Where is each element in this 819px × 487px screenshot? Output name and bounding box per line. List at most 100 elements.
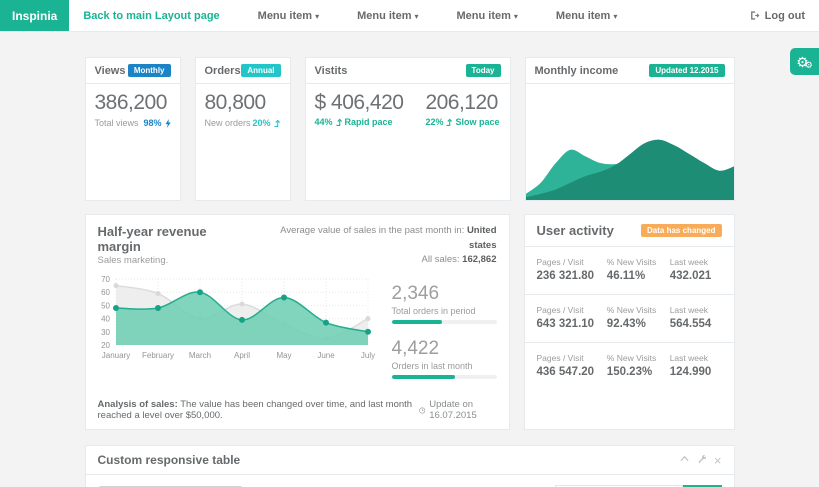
- top-navbar: Inspinia Back to main Layout page Menu i…: [0, 0, 819, 32]
- menu-item-1[interactable]: Menu item▾: [258, 10, 319, 22]
- svg-text:March: March: [188, 351, 210, 360]
- navbar-right: Log out: [749, 0, 819, 31]
- stat-cards-row: Views Monthly 386,200 Total views 98% Or…: [85, 57, 735, 201]
- income-area-chart: [526, 84, 734, 200]
- svg-text:30: 30: [101, 328, 110, 337]
- income-card-title: Monthly income: [535, 65, 619, 77]
- back-to-layout-link[interactable]: Back to main Layout page: [83, 10, 219, 22]
- revenue-meta: Average value of sales in the past month…: [252, 224, 496, 267]
- income-card: Monthly income Updated 12.2015: [525, 57, 735, 201]
- user-activity-title: User activity: [537, 223, 614, 238]
- menu-item-2[interactable]: Menu item▾: [357, 10, 418, 22]
- user-activity-row: Pages / Visit 643 321.10% New Visits 92.43…: [525, 295, 734, 343]
- activity-stat-value: 92.43%: [607, 318, 670, 330]
- views-value: 386,200: [95, 91, 171, 115]
- activity-stat-value: 150.23%: [607, 366, 670, 378]
- caret-down-icon: ▾: [414, 12, 418, 21]
- activity-stat-value: 236 321.80: [537, 270, 607, 282]
- svg-text:July: July: [360, 351, 374, 360]
- wrench-icon[interactable]: [697, 454, 706, 466]
- activity-stat-value: 643 321.10: [537, 318, 607, 330]
- visits-card-title: Vistits: [315, 65, 348, 77]
- activity-stat-value: 124.990: [670, 366, 722, 378]
- theme-settings-button[interactable]: ⚙⚙: [790, 48, 819, 75]
- user-activity-panel: User activity Data has changed Pages / V…: [524, 214, 735, 430]
- svg-text:20: 20: [101, 341, 110, 350]
- svg-text:February: February: [141, 351, 173, 360]
- activity-stat-label: Pages / Visit: [537, 257, 607, 267]
- user-activity-row: Pages / Visit 436 547.20% New Visits 150.2…: [525, 343, 734, 390]
- svg-text:May: May: [276, 351, 291, 360]
- level-up-icon: [445, 118, 453, 127]
- activity-stat-label: Pages / Visit: [537, 353, 607, 363]
- menu-item-label: Menu item: [556, 10, 610, 22]
- orders-value: 80,800: [205, 91, 281, 115]
- caret-down-icon: ▾: [514, 12, 518, 21]
- activity-stat-value: 432.021: [670, 270, 722, 282]
- visits-stat-1: $ 406,420 44%Rapid pace: [315, 91, 404, 127]
- user-activity-row: Pages / Visit 236 321.80% New Visits 46.11…: [525, 247, 734, 295]
- revenue-subtitle: Sales marketing.: [98, 255, 253, 266]
- orders-card-title: Orders: [205, 65, 241, 77]
- table-panel-title: Custom responsive table: [98, 453, 241, 467]
- level-up-icon: [335, 118, 343, 127]
- views-label: Total views: [95, 118, 139, 128]
- activity-stat-label: Pages / Visit: [537, 305, 607, 315]
- orders-period-value: 2,346: [392, 283, 497, 305]
- visits-card: Vistits Today $ 406,420 44%Rapid pace 20…: [305, 57, 511, 201]
- views-card-title: Views: [95, 65, 126, 77]
- orders-metric: 20%: [252, 118, 280, 128]
- logout-label: Log out: [765, 10, 805, 22]
- activity-stat-label: % New Visits: [607, 353, 670, 363]
- bolt-icon: [164, 119, 171, 128]
- revenue-panel: Half-year revenue margin Sales marketing…: [85, 214, 510, 430]
- revenue-area-chart: 706050403020JanuaryFebruaryMarchAprilMay…: [98, 275, 384, 393]
- income-badge: Updated 12.2015: [649, 64, 724, 77]
- svg-text:June: June: [317, 351, 335, 360]
- orders-month-progress: [392, 375, 497, 379]
- orders-card: Orders Annual 80,800 New orders 20%: [195, 57, 291, 201]
- menu-item-label: Menu item: [258, 10, 312, 22]
- activity-stat-label: Last week: [670, 257, 722, 267]
- close-icon[interactable]: ×: [714, 454, 722, 467]
- activity-stat-label: % New Visits: [607, 305, 670, 315]
- logout-link[interactable]: Log out: [749, 10, 805, 22]
- nav-links: Back to main Layout page Menu item▾Menu …: [69, 0, 617, 31]
- gear-small-icon: ⚙: [805, 61, 813, 70]
- svg-text:April: April: [233, 351, 249, 360]
- revenue-stats: 2,346 Total orders in period 4,422 Order…: [384, 275, 497, 393]
- views-card: Views Monthly 386,200 Total views 98%: [85, 57, 181, 201]
- views-metric: 98%: [143, 118, 170, 128]
- caret-down-icon: ▾: [315, 12, 319, 21]
- orders-period-label: Total orders in period: [392, 306, 497, 316]
- brand-logo[interactable]: Inspinia: [0, 0, 69, 31]
- revenue-title: Half-year revenue margin: [98, 224, 253, 254]
- activity-stat-value: 46.11%: [607, 270, 670, 282]
- svg-text:January: January: [101, 351, 129, 360]
- orders-month-value: 4,422: [392, 338, 497, 360]
- update-text: Update on 16.07.2015: [419, 399, 497, 421]
- collapse-icon[interactable]: [680, 455, 689, 465]
- activity-stat-value: 436 547.20: [537, 366, 607, 378]
- activity-stat-label: % New Visits: [607, 257, 670, 267]
- caret-down-icon: ▾: [613, 12, 617, 21]
- orders-month-label: Orders in last month: [392, 361, 497, 371]
- menu-item-label: Menu item: [357, 10, 411, 22]
- orders-label: New orders: [205, 118, 251, 128]
- svg-text:70: 70: [101, 275, 110, 284]
- analysis-text: Analysis of sales: The value has been ch…: [98, 399, 419, 421]
- data-changed-badge: Data has changed: [641, 224, 721, 237]
- menu-item-3[interactable]: Menu item▾: [457, 10, 518, 22]
- custom-table-panel: Custom responsive table × DayWeekMonth G…: [85, 445, 735, 487]
- orders-badge: Annual: [241, 64, 280, 77]
- visits-badge: Today: [466, 64, 501, 77]
- svg-text:40: 40: [101, 315, 110, 324]
- activity-stat-label: Last week: [670, 305, 722, 315]
- activity-stat-value: 564.554: [670, 318, 722, 330]
- views-badge: Monthly: [128, 64, 171, 77]
- menu-item-4[interactable]: Menu item▾: [556, 10, 617, 22]
- svg-text:50: 50: [101, 302, 110, 311]
- orders-period-progress: [392, 320, 497, 324]
- sign-out-icon: [749, 10, 760, 21]
- level-up-icon: [273, 119, 281, 128]
